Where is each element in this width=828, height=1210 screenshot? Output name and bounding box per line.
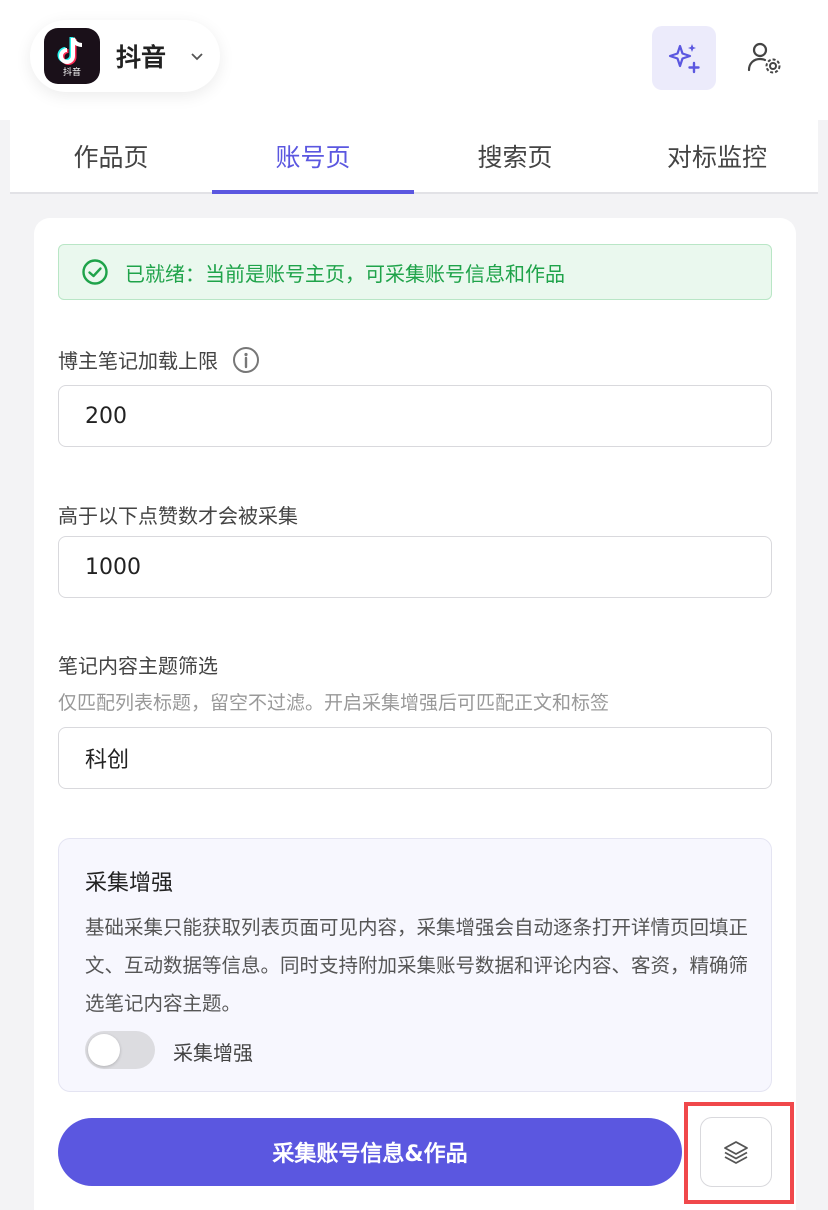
toggle-knob bbox=[88, 1034, 120, 1066]
app-root: 抖音 抖音 作品页 账号页 搜索页 对标监控 已就绪：当前是账号主页，可采集账号… bbox=[0, 0, 828, 1210]
enhance-description: 基础采集只能获取列表页面可见内容，采集增强会自动逐条打开详情页回填正文、互动数据… bbox=[85, 916, 749, 1015]
tab-works[interactable]: 作品页 bbox=[10, 120, 212, 192]
topic-filter-hint: 仅匹配列表标题，留空不过滤。开启采集增强后可匹配正文和标签 bbox=[58, 692, 610, 714]
note-limit-label-text: 博主笔记加载上限 bbox=[58, 349, 218, 373]
layers-button[interactable] bbox=[700, 1117, 772, 1187]
tab-search[interactable]: 搜索页 bbox=[414, 120, 616, 192]
chevron-down-icon bbox=[191, 53, 203, 61]
enhance-title: 采集增强 bbox=[85, 871, 174, 896]
tiktok-note-icon bbox=[57, 37, 83, 65]
topic-filter-label: 笔记内容主题筛选 bbox=[58, 654, 218, 678]
douyin-logo: 抖音 bbox=[44, 28, 100, 84]
topic-filter-input[interactable] bbox=[58, 727, 772, 789]
enhance-toggle[interactable] bbox=[85, 1031, 155, 1069]
status-banner: 已就绪：当前是账号主页，可采集账号信息和作品 bbox=[58, 244, 772, 300]
info-icon[interactable] bbox=[232, 346, 260, 374]
tab-benchmark-monitor[interactable]: 对标监控 bbox=[616, 120, 818, 192]
user-gear-icon bbox=[747, 42, 781, 74]
app-switcher[interactable]: 抖音 抖音 bbox=[30, 20, 220, 92]
enhance-toggle-label: 采集增强 bbox=[173, 1041, 253, 1065]
note-limit-label: 博主笔记加载上限 bbox=[58, 345, 260, 374]
top-bar: 抖音 抖音 bbox=[0, 0, 828, 120]
layers-icon bbox=[724, 1141, 748, 1164]
tab-account[interactable]: 账号页 bbox=[212, 120, 414, 194]
sparkles-icon bbox=[668, 44, 700, 74]
settings-card: 已就绪：当前是账号主页，可采集账号信息和作品 博主笔记加载上限 高于以下点赞数才… bbox=[34, 218, 796, 1210]
ai-assistant-button[interactable] bbox=[652, 26, 716, 90]
likes-threshold-label: 高于以下点赞数才会被采集 bbox=[58, 504, 298, 528]
check-circle-icon bbox=[82, 259, 108, 285]
user-settings-button[interactable] bbox=[732, 26, 796, 90]
enhance-panel: 采集增强 基础采集只能获取列表页面可见内容，采集增强会自动逐条打开详情页回填正文… bbox=[58, 838, 772, 1092]
collect-account-button[interactable]: 采集账号信息&作品 bbox=[58, 1118, 682, 1186]
logo-caption: 抖音 bbox=[62, 68, 81, 78]
likes-threshold-input[interactable] bbox=[58, 536, 772, 598]
note-limit-input[interactable] bbox=[58, 385, 772, 447]
app-name: 抖音 bbox=[116, 43, 167, 72]
status-text: 已就绪：当前是账号主页，可采集账号信息和作品 bbox=[125, 261, 565, 286]
tab-bar: 作品页 账号页 搜索页 对标监控 bbox=[10, 120, 818, 194]
